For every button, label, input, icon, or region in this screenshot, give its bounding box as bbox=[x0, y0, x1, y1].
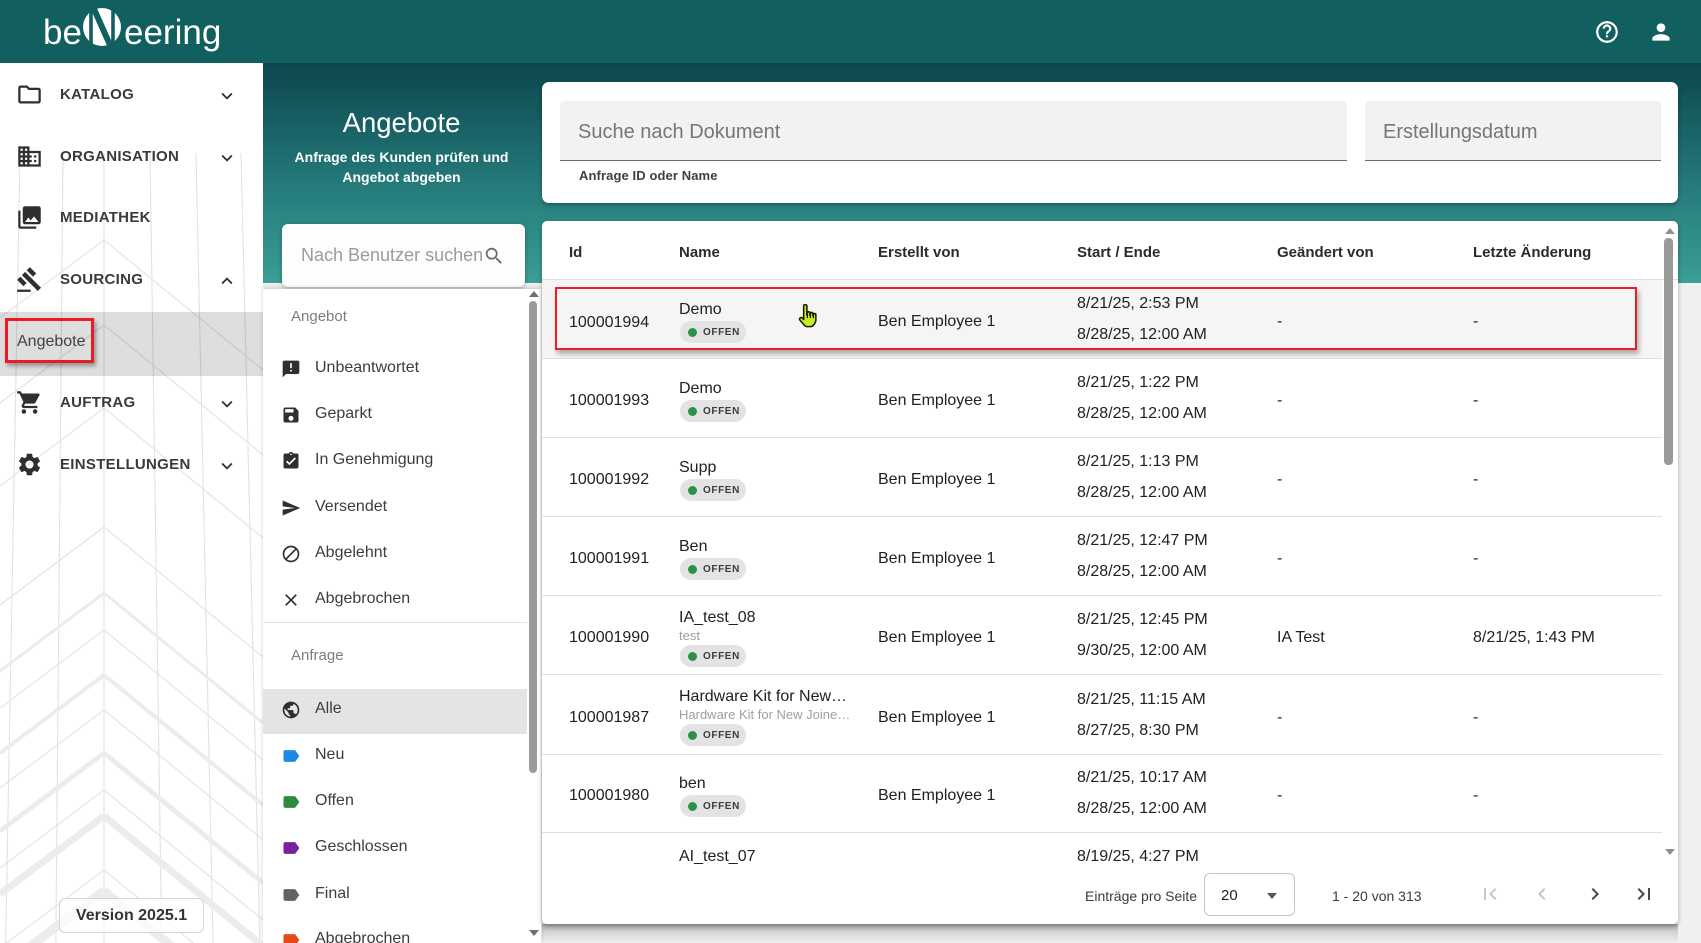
svg-text:eering: eering bbox=[124, 13, 221, 52]
svg-text:be: be bbox=[43, 13, 82, 52]
